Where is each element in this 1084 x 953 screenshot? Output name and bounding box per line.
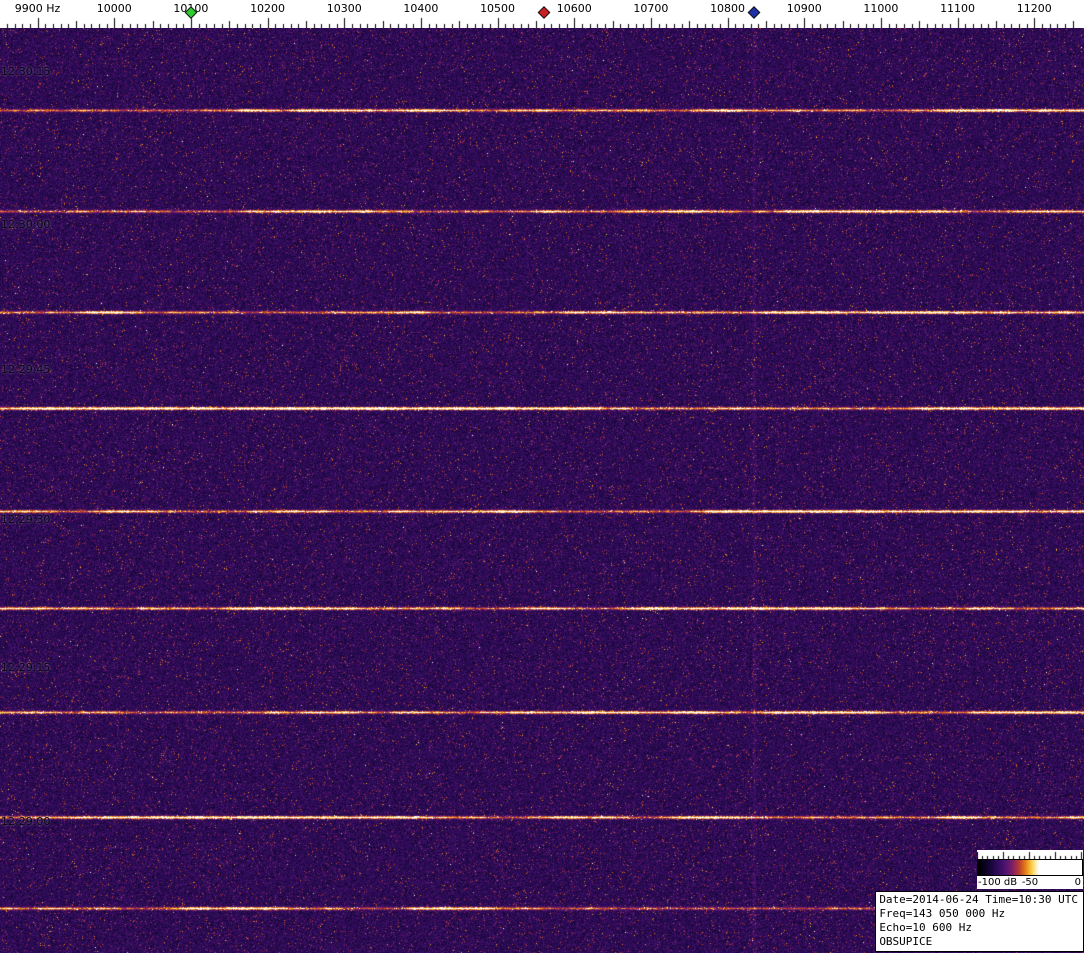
freq-tick-label-11200: 11200 <box>1017 2 1052 15</box>
info-station-line: OBSUPICE <box>879 935 1078 949</box>
info-box: Date=2014-06-24 Time=10:30 UTC Freq=143 … <box>875 891 1084 952</box>
freq-tick-label-11100: 11100 <box>940 2 975 15</box>
freq-tick-label-10900: 10900 <box>787 2 822 15</box>
freq-tick-label-10000: 10000 <box>97 2 132 15</box>
freq-tick-label-9900: 9900 Hz <box>15 2 61 15</box>
time-label: 12:30:00 <box>1 218 50 231</box>
freq-tick-label-10200: 10200 <box>250 2 285 15</box>
spectrogram-app: 9900 Hz100001010010200103001040010500106… <box>0 0 1084 953</box>
freq-tick-label-11000: 11000 <box>863 2 898 15</box>
time-label: 12:29:45 <box>1 363 50 376</box>
legend-label-min: -100 dB <box>978 876 1017 889</box>
legend-labels: -100 dB -50 0 <box>977 876 1083 889</box>
freq-tick-label-10400: 10400 <box>403 2 438 15</box>
legend-label-mid: -50 <box>1022 876 1038 889</box>
time-label: 12:29:00 <box>1 815 50 828</box>
time-label: 12:30:15 <box>1 65 50 78</box>
time-label: 12:29:30 <box>1 513 50 526</box>
waterfall-area: 12:30:15 12:30:00 12:29:45 12:29:30 12:29:15… <box>0 28 1084 953</box>
freq-tick-label-10800: 10800 <box>710 2 745 15</box>
info-echo-line: Echo=10 600 Hz <box>879 921 1078 935</box>
freq-tick-label-10500: 10500 <box>480 2 515 15</box>
info-date-line: Date=2014-06-24 Time=10:30 UTC <box>879 893 1078 907</box>
legend-tick-ruler <box>977 850 1083 859</box>
waterfall-canvas <box>0 28 1084 953</box>
info-freq-line: Freq=143 050 000 Hz <box>879 907 1078 921</box>
freq-tick-label-10300: 10300 <box>327 2 362 15</box>
freq-tick-label-10700: 10700 <box>633 2 668 15</box>
time-label: 12:29:15 <box>1 661 50 674</box>
legend-gradient-bar <box>977 859 1083 876</box>
frequency-ruler[interactable]: 9900 Hz100001010010200103001040010500106… <box>0 0 1084 28</box>
legend-label-max: 0 <box>1075 876 1081 889</box>
color-scale-legend: -100 dB -50 0 <box>977 850 1083 889</box>
freq-tick-label-10600: 10600 <box>557 2 592 15</box>
